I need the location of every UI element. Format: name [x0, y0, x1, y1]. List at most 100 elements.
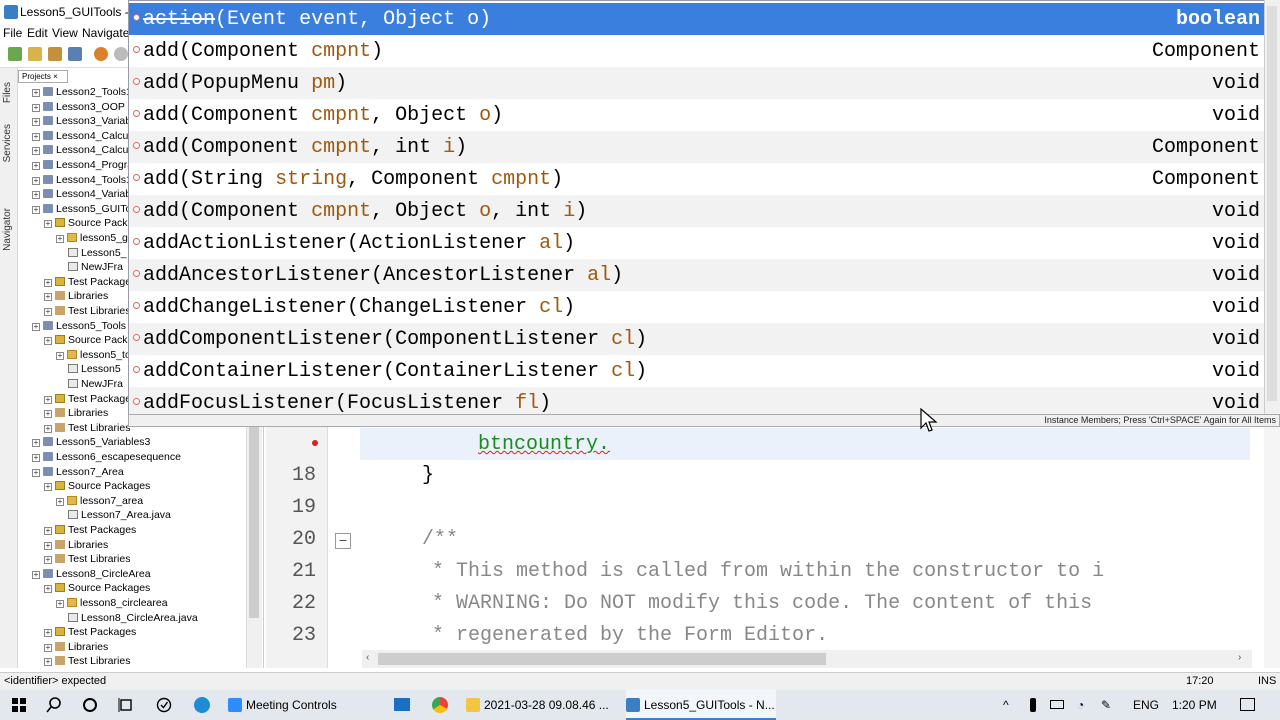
taskbar-app[interactable]: 2021-03-28 09.08.46 ... [466, 690, 616, 720]
tree-item[interactable]: + Lesson5_GUITo [32, 202, 131, 216]
tree-item[interactable]: + Lesson3_OOP [32, 100, 125, 114]
expand-toggle-icon[interactable]: + [44, 585, 52, 594]
expand-toggle-icon[interactable]: + [44, 643, 52, 652]
tree-item[interactable]: + Source Packages [44, 581, 150, 595]
tree-item[interactable]: + Test Libraries [44, 654, 130, 668]
expand-toggle-icon[interactable]: + [56, 600, 64, 608]
tree-item[interactable]: Lesson7_Area.java [68, 508, 171, 522]
expand-toggle-icon[interactable]: + [44, 220, 52, 229]
tree-item[interactable]: + Test Packages [44, 392, 136, 406]
expand-toggle-icon[interactable]: + [32, 89, 40, 97]
expand-toggle-icon[interactable]: + [32, 322, 40, 331]
mail-icon[interactable] [394, 698, 410, 711]
completion-item[interactable]: add(Component cmpnt, int i) Component [129, 131, 1264, 163]
tray-chevron-icon[interactable]: ^ [1003, 698, 1009, 712]
expand-toggle-icon[interactable]: + [32, 176, 40, 185]
error-marker-icon[interactable] [312, 440, 318, 446]
navigator-tab[interactable]: Navigator [2, 208, 13, 251]
expand-toggle-icon[interactable]: + [44, 424, 52, 433]
tree-item[interactable]: + Test Packages [44, 523, 136, 537]
tree-item[interactable]: + Lesson5_Variables3 [32, 435, 150, 449]
tree-item[interactable]: + Test Packages [44, 275, 136, 289]
tree-item[interactable]: Lesson5 [68, 362, 121, 376]
expand-toggle-icon[interactable]: + [32, 103, 40, 112]
battery-icon[interactable] [1050, 700, 1064, 709]
tree-item[interactable]: + Libraries [44, 289, 108, 303]
cortana-icon[interactable] [82, 697, 98, 713]
expand-toggle-icon[interactable]: + [56, 235, 64, 243]
tree-item[interactable]: + Libraries [44, 538, 108, 552]
expand-toggle-icon[interactable]: + [32, 118, 40, 127]
tree-item[interactable]: + Lesson8_CircleArea [32, 567, 151, 581]
fold-collapse-icon[interactable]: − [335, 533, 351, 549]
input-language[interactable]: ENG [1133, 698, 1159, 712]
task-view-icon[interactable] [118, 697, 134, 713]
completion-item[interactable]: addAncestorListener(AncestorListener al)… [129, 259, 1264, 291]
expand-toggle-icon[interactable]: + [44, 629, 52, 638]
windows-start-icon[interactable] [12, 698, 26, 712]
completion-scrollbar-thumb[interactable] [1267, 6, 1277, 401]
edge-browser-icon[interactable] [194, 697, 210, 713]
expand-toggle-icon[interactable]: + [32, 162, 40, 170]
tree-item[interactable]: + lesson7_area [56, 494, 143, 508]
tree-item[interactable]: + Test Libraries [44, 421, 130, 435]
taskbar-app[interactable]: Lesson5_GUITools - N... [626, 690, 776, 720]
scroll-right-icon[interactable]: › [1238, 652, 1241, 663]
wifi-icon[interactable]: ◔ [1077, 698, 1084, 712]
completion-item[interactable]: action(Event event, Object o) boolean [129, 3, 1264, 35]
code-line[interactable]: } [422, 464, 434, 487]
expand-toggle-icon[interactable]: + [32, 132, 40, 141]
code-line[interactable]: * This method is called from within the … [420, 560, 1104, 583]
menu-view[interactable]: View [52, 26, 78, 40]
tree-item[interactable]: + Source Packages [44, 479, 150, 493]
completion-item[interactable]: addActionListener(ActionListener al) void [129, 227, 1264, 259]
tree-item[interactable]: + Source Packag [44, 216, 139, 230]
tree-item[interactable]: + Lesson4_Variable [32, 187, 139, 201]
tree-item[interactable]: + Test Libraries [44, 304, 130, 318]
tree-item[interactable]: + Lesson4_Tools1 [32, 173, 132, 187]
tree-item[interactable]: + Lesson7_Area [32, 465, 124, 479]
expand-toggle-icon[interactable]: + [44, 293, 52, 302]
expand-toggle-icon[interactable]: + [44, 541, 52, 550]
new-project-icon[interactable] [28, 47, 42, 61]
code-line[interactable]: /** [422, 528, 458, 551]
new-file-icon[interactable] [8, 47, 22, 61]
files-tab[interactable]: Files [2, 82, 13, 103]
tree-item[interactable]: Lesson5_ [68, 246, 127, 260]
completion-item[interactable]: addChangeListener(ChangeListener cl) void [129, 291, 1264, 323]
completion-item[interactable]: addComponentListener(ComponentListener c… [129, 323, 1264, 355]
expand-toggle-icon[interactable]: + [32, 468, 40, 477]
completion-item[interactable]: add(Component cmpnt, Object o, int i) voi… [129, 195, 1264, 227]
tree-item[interactable]: + Lesson2_Tools1 [32, 85, 132, 99]
microphone-icon[interactable] [1030, 698, 1036, 712]
tree-item[interactable]: + Lesson4_Prograr [32, 158, 137, 172]
tree-item[interactable]: Lesson8_CircleArea.java [68, 611, 198, 625]
completion-item[interactable]: add(String string, Component cmpnt) Compo… [129, 163, 1264, 195]
expand-toggle-icon[interactable]: + [32, 191, 40, 200]
tree-item[interactable]: + Source Packag [44, 333, 139, 347]
editor-vertical-scrollbar[interactable] [1264, 424, 1280, 668]
editor-hscroll-thumb[interactable] [378, 653, 826, 665]
tree-item[interactable]: + lesson5_toc [56, 348, 136, 362]
tree-item[interactable]: + Libraries [44, 406, 108, 420]
menu-file[interactable]: File [3, 26, 22, 40]
expand-toggle-icon[interactable]: + [56, 351, 64, 360]
expand-toggle-icon[interactable]: + [32, 439, 40, 448]
expand-toggle-icon[interactable]: + [44, 527, 52, 535]
scroll-left-icon[interactable]: ‹ [366, 652, 369, 663]
completion-item[interactable]: addContainerListener(ContainerListener c… [129, 355, 1264, 387]
projects-tab[interactable]: Projects × [18, 70, 68, 83]
expand-toggle-icon[interactable]: + [44, 308, 52, 316]
expand-toggle-icon[interactable]: + [32, 454, 40, 462]
expand-toggle-icon[interactable]: + [44, 337, 52, 346]
tree-item[interactable]: + lesson5_gu [56, 231, 134, 245]
clock-app-icon[interactable] [156, 697, 172, 713]
code-completion-popup[interactable]: action(Event event, Object o) boolean add(… [128, 0, 1265, 419]
code-line[interactable]: * WARNING: Do NOT modify this code. The … [420, 592, 1092, 615]
expand-toggle-icon[interactable]: + [44, 483, 52, 492]
open-project-icon[interactable] [48, 47, 62, 61]
expand-toggle-icon[interactable]: + [56, 497, 64, 506]
tree-item[interactable]: NewJFra [68, 377, 123, 391]
clock-time[interactable]: 1:20 PM [1172, 698, 1217, 712]
tree-item[interactable]: + Libraries [44, 640, 108, 654]
